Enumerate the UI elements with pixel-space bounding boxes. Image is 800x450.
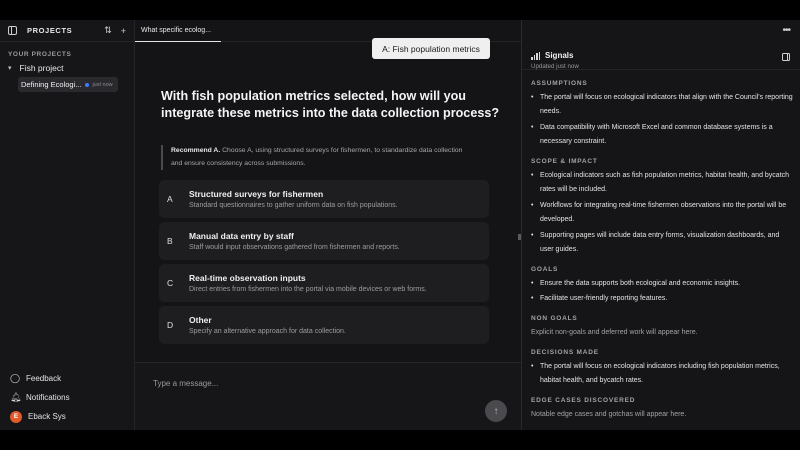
option-c[interactable]: C Real-time observation inputs Direct en…: [159, 264, 489, 302]
goals-heading: GOALS: [531, 266, 559, 273]
chat-timestamp: just now: [92, 81, 113, 88]
app-window: PROJECTS ⇅ + YOUR PROJECTS ▾ Fish projec…: [0, 20, 800, 430]
decisions-heading: DECISIONS MADE: [531, 349, 599, 356]
signal-bars-icon: [531, 51, 541, 60]
scope-heading: SCOPE & IMPACT: [531, 158, 598, 165]
chat-title: Defining Ecologi...: [21, 80, 82, 89]
option-b[interactable]: B Manual data entry by staff Staff would…: [159, 222, 489, 260]
option-title: Structured surveys for fishermen: [189, 188, 324, 199]
sidebar-title: PROJECTS: [27, 26, 73, 35]
notifications-label: Notifications: [26, 393, 70, 402]
sidebar-item-project[interactable]: ▾ Fish project: [0, 58, 134, 73]
option-key: B: [167, 236, 173, 246]
message-input[interactable]: Type a message...: [153, 379, 218, 388]
signals-title-row: Signals: [531, 51, 573, 60]
notifications-button[interactable]: 🔔︎ Notifications: [0, 388, 134, 407]
signals-body: ASSUMPTIONS • The portal will focus on ec…: [531, 78, 793, 422]
sidebar: PROJECTS ⇅ + YOUR PROJECTS ▾ Fish projec…: [0, 20, 135, 430]
signals-updated: Updated just now: [531, 63, 579, 70]
sidebar-item-chat[interactable]: Defining Ecologi... just now: [18, 77, 118, 92]
chat-bubble-icon: ◯: [10, 373, 21, 383]
assumptions-heading: ASSUMPTIONS: [531, 80, 588, 87]
list-item: • Supporting pages will include data entr…: [531, 232, 780, 253]
panel-toggle-icon[interactable]: [782, 53, 790, 61]
option-key: C: [167, 278, 174, 288]
projects-section-label: YOUR PROJECTS: [8, 51, 72, 58]
option-d[interactable]: D Other Specify an alternative approach …: [159, 306, 489, 344]
option-key: A: [167, 194, 173, 204]
project-name: Fish project: [19, 63, 64, 73]
more-menu-icon[interactable]: •••: [782, 25, 790, 36]
option-description: Direct entries from fishermen into the p…: [189, 285, 427, 293]
list-item: • Facilitate user-friendly reporting feat…: [531, 295, 668, 302]
sidebar-footer: ◯ Feedback 🔔︎ Notifications E Eback Sys: [0, 369, 134, 426]
recommendation-lead: Recommend A.: [171, 147, 221, 154]
sort-icon[interactable]: ⇅: [104, 25, 112, 36]
sidebar-toggle-icon[interactable]: [8, 26, 17, 35]
feedback-button[interactable]: ◯ Feedback: [0, 369, 134, 388]
edge-cases-placeholder: Notable edge cases and gotchas will appe…: [531, 411, 687, 418]
signals-header: ••• Signals Updated just now: [522, 20, 800, 70]
option-title: Other: [189, 314, 212, 325]
edge-cases-heading: EDGE CASES DISCOVERED: [531, 397, 636, 404]
user-menu[interactable]: E Eback Sys: [0, 407, 134, 426]
question-heading: With fish population metrics selected, h…: [161, 89, 500, 120]
chevron-down-icon[interactable]: ▾: [8, 64, 12, 72]
signals-title: Signals: [545, 51, 574, 60]
option-description: Staff would input observations gathered …: [189, 243, 400, 251]
option-description: Standard questionnaires to gather unifor…: [189, 201, 398, 209]
feedback-label: Feedback: [26, 374, 62, 383]
list-item: • Data compatibility with Microsoft Excel…: [531, 124, 773, 145]
bell-icon: 🔔︎: [10, 392, 22, 402]
option-a[interactable]: A Structured surveys for fishermen Stand…: [159, 180, 489, 218]
send-button[interactable]: ↑: [485, 400, 507, 422]
message-composer[interactable]: Type a message... ↑: [135, 362, 521, 430]
recommendation-note: Recommend A. Choose A, using structured …: [161, 145, 471, 170]
option-title: Real-time observation inputs: [189, 272, 306, 283]
list-item: • The portal will focus on ecological ind…: [531, 363, 780, 384]
add-project-icon[interactable]: +: [121, 26, 126, 36]
list-item: • Ensure the data supports both ecologica…: [531, 280, 741, 287]
sidebar-header: PROJECTS ⇅ +: [0, 20, 134, 42]
non-goals-placeholder: Explicit non-goals and deferred work wil…: [531, 329, 698, 336]
option-key: D: [167, 320, 174, 330]
tab-current-chat[interactable]: What specific ecolog...: [135, 20, 221, 42]
list-item: • Workflows for integrating real-time fis…: [531, 202, 787, 223]
option-description: Specify an alternative approach for data…: [189, 327, 346, 335]
non-goals-heading: NON GOALS: [531, 315, 578, 322]
option-list: A Structured surveys for fishermen Stand…: [159, 180, 489, 348]
avatar: E: [10, 410, 22, 423]
main-panel: What specific ecolog... A: Fish populati…: [135, 20, 521, 430]
signals-panel: ••• Signals Updated just now ASSUMPTIONS…: [521, 20, 800, 430]
user-name: Eback Sys: [28, 412, 66, 421]
selected-answer-chip: A: Fish population metrics: [372, 38, 490, 59]
arrow-up-icon: ↑: [493, 405, 499, 417]
active-dot-icon: [85, 82, 90, 87]
option-title: Manual data entry by staff: [189, 230, 294, 241]
list-item: • The portal will focus on ecological ind…: [531, 94, 793, 115]
list-item: • Ecological indicators such as fish popu…: [531, 172, 790, 193]
